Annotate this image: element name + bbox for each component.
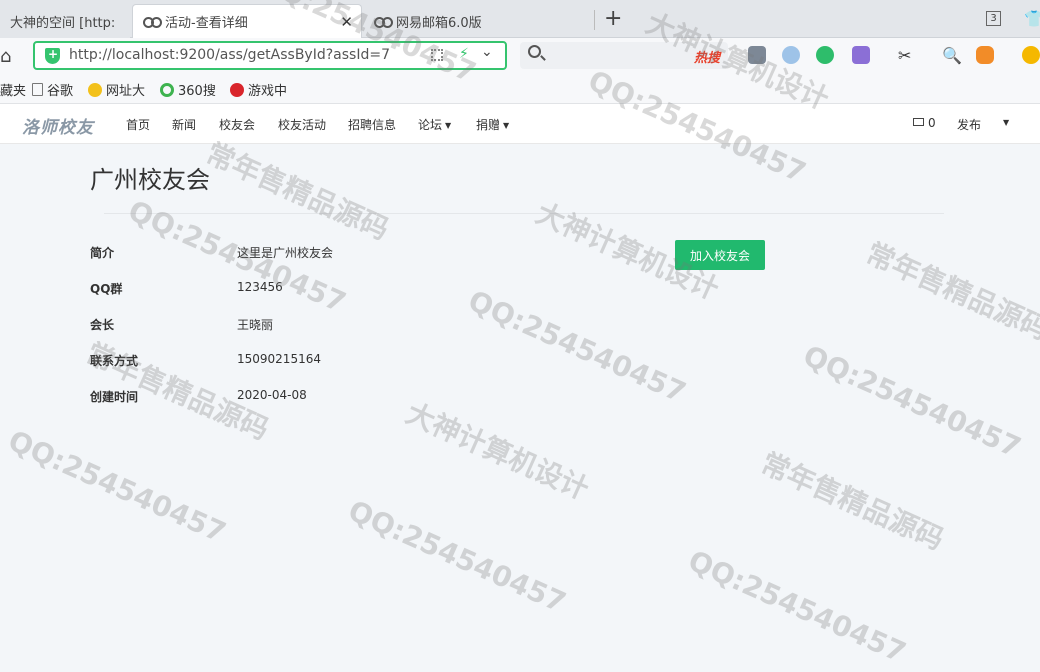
browser-tab-1[interactable]: 大神的空间 [http: xyxy=(0,4,130,38)
address-bar[interactable]: http://localhost:9200/ass/getAssById?ass… xyxy=(33,41,507,70)
site-navbar: 洛师校友 首页 新闻 校友会 校友活动 招聘信息 论坛 ▼ 捐赠 ▼ 0 发布 ▼ xyxy=(0,104,1040,144)
watermark-qq: QQ:254540457 xyxy=(683,543,911,670)
home-icon[interactable]: ⌂ xyxy=(0,46,11,67)
contact-value: 15090215164 xyxy=(237,352,321,366)
bookmarks-bar: 藏夹 谷歌 网址大 360搜 游戏中 xyxy=(0,74,1040,104)
skin-icon[interactable]: 👕 xyxy=(1024,9,1040,28)
qr-code-icon[interactable] xyxy=(431,49,443,61)
bookmark-label: 360搜 xyxy=(178,84,216,99)
qq-group-value: 123456 xyxy=(237,280,283,294)
nav-news[interactable]: 新闻 xyxy=(172,116,196,133)
game-icon[interactable] xyxy=(976,46,994,64)
watermark-qq: QQ:254540457 xyxy=(798,338,1026,465)
translate-icon[interactable] xyxy=(852,46,870,64)
site-nav-icon xyxy=(88,82,102,97)
toolbox-icon[interactable] xyxy=(748,46,766,64)
scissors-icon[interactable]: ✂ xyxy=(898,46,916,65)
bookmark-label: 网址大 xyxy=(106,84,146,99)
bookmark-360-search[interactable]: 360搜 xyxy=(160,80,216,99)
caret-down-icon: ▼ xyxy=(445,121,452,130)
bookmark-favorites[interactable]: 藏夹 xyxy=(0,80,26,99)
360-icon xyxy=(160,82,174,97)
mask-icon xyxy=(374,16,393,28)
title-divider xyxy=(104,213,944,214)
nav-donation-dropdown[interactable]: 捐赠 ▼ xyxy=(476,116,509,133)
nav-recruitment[interactable]: 招聘信息 xyxy=(348,116,396,133)
reader-icon[interactable] xyxy=(816,46,834,64)
publish-menu[interactable]: 发布 xyxy=(957,116,981,133)
browser-tab-2-active[interactable]: 活动-查看详细 ✕ xyxy=(132,4,362,38)
watermark-qq: QQ:254540457 xyxy=(3,423,231,550)
watermark-slogan: 常年售精品源码 xyxy=(861,236,1040,347)
hot-search-label[interactable]: 热搜 xyxy=(694,47,720,66)
chevron-down-icon[interactable]: ⌄ xyxy=(481,44,493,60)
browser-tab-strip: 大神的空间 [http: 活动-查看详细 ✕ 网易邮箱6.0版 + 3 👕 xyxy=(0,0,1040,38)
magnifier-icon[interactable]: 🔍 xyxy=(942,46,962,65)
intro-value: 这里是广州校友会 xyxy=(237,246,334,260)
caret-down-icon: ▼ xyxy=(503,121,510,130)
watermark-qq: QQ:254540457 xyxy=(463,283,691,410)
qq-group-label: QQ群 xyxy=(90,282,123,296)
bookmark-site-nav[interactable]: 网址大 xyxy=(88,80,145,99)
nav-alumni-activities[interactable]: 校友活动 xyxy=(278,116,326,133)
bookmark-google[interactable]: 谷歌 xyxy=(32,80,73,99)
nav-label: 捐赠 xyxy=(476,118,501,132)
president-label: 会长 xyxy=(90,318,115,332)
search-box[interactable]: 热搜 xyxy=(520,42,728,69)
page-icon xyxy=(32,83,43,96)
contact-label: 联系方式 xyxy=(90,354,139,368)
lightning-icon[interactable]: ⚡ xyxy=(459,46,469,62)
bookmark-label: 游戏中 xyxy=(248,84,288,99)
messages-link[interactable]: 0 xyxy=(913,116,936,130)
user-menu-caret-icon[interactable]: ▼ xyxy=(1003,118,1009,127)
clock-icon[interactable] xyxy=(782,46,800,64)
tab-separator xyxy=(594,10,595,30)
watermark-slogan: 常年售精品源码 xyxy=(756,446,949,557)
search-icon xyxy=(528,45,541,58)
created-date-label: 创建时间 xyxy=(90,390,139,404)
bookmark-label: 藏夹 xyxy=(0,84,27,99)
browser-tab-3[interactable]: 网易邮箱6.0版 xyxy=(364,4,594,38)
watermark-qq: QQ:254540457 xyxy=(343,493,571,620)
president-value: 王晓丽 xyxy=(237,318,274,332)
shield-icon xyxy=(45,47,60,64)
intro-label: 简介 xyxy=(90,246,115,260)
tab-label: 大神的空间 [http: xyxy=(10,15,116,31)
game-center-icon xyxy=(230,82,244,97)
nav-forum-dropdown[interactable]: 论坛 ▼ xyxy=(418,116,451,133)
url-input[interactable]: http://localhost:9200/ass/getAssById?ass… xyxy=(69,47,390,63)
mask-icon xyxy=(143,16,162,28)
new-tab-button[interactable]: + xyxy=(604,6,622,31)
nav-label: 论坛 xyxy=(418,118,443,132)
created-date-value: 2020-04-08 xyxy=(237,388,307,402)
nav-alumni-association[interactable]: 校友会 xyxy=(219,116,255,133)
site-logo[interactable]: 洛师校友 xyxy=(22,113,94,138)
join-association-button[interactable]: 加入校友会 xyxy=(675,240,765,270)
watermark-slogan: 大神计算机设计 xyxy=(401,396,594,507)
bookmark-games[interactable]: 游戏中 xyxy=(230,80,287,99)
bookmark-label: 谷歌 xyxy=(47,84,74,99)
nav-home[interactable]: 首页 xyxy=(126,116,150,133)
coin-icon[interactable] xyxy=(1022,46,1040,64)
message-count: 0 xyxy=(928,116,936,130)
tab-label: 活动-查看详细 xyxy=(165,16,248,31)
close-tab-icon[interactable]: ✕ xyxy=(340,13,353,31)
watermark-slogan: 常年售精品源码 xyxy=(201,136,394,247)
tab-label: 网易邮箱6.0版 xyxy=(396,15,482,31)
page-title: 广州校友会 xyxy=(90,166,210,194)
tab-count-badge[interactable]: 3 xyxy=(986,11,1001,26)
envelope-icon xyxy=(913,118,924,126)
